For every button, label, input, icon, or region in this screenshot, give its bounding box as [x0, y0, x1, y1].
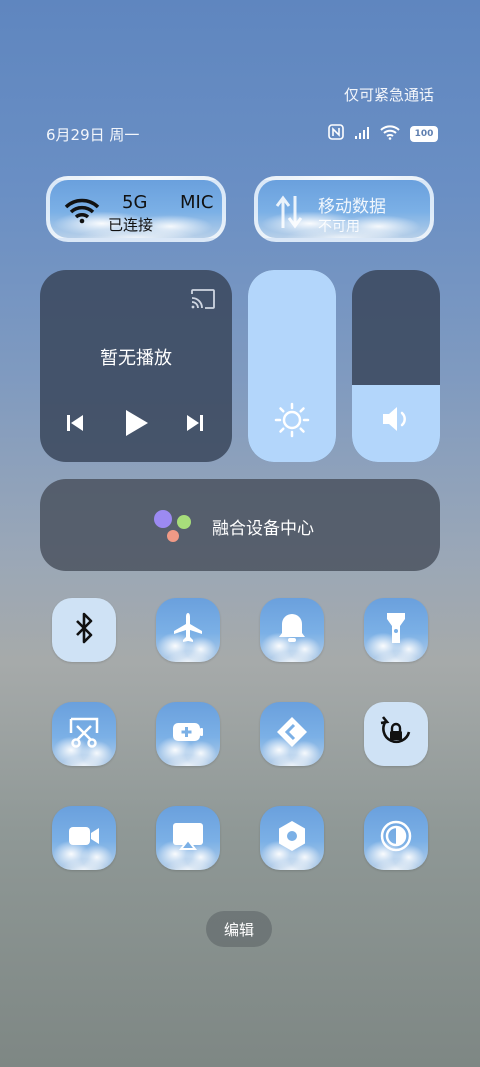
emergency-calls-only-text: 仅可紧急通话 — [343, 86, 434, 104]
share-diamond-icon — [274, 714, 310, 754]
sun-icon — [274, 402, 310, 442]
brightness-slider[interactable] — [248, 270, 336, 462]
mobile-data-toggle[interactable]: 移动数据 不可用 — [254, 176, 434, 242]
screenshot-tile[interactable] — [52, 702, 116, 766]
settings-tile[interactable] — [260, 806, 324, 870]
mobile-data-status: 不可用 — [318, 219, 360, 235]
cast-screen-icon — [170, 818, 206, 858]
flashlight-tile[interactable] — [364, 598, 428, 662]
bluetooth-tile[interactable] — [52, 598, 116, 662]
wifi-toggle[interactable]: 5G 已连接 MIC — [46, 176, 226, 242]
media-player-panel[interactable]: 暂无播放 — [40, 270, 232, 462]
battery-icon: 100 — [410, 126, 438, 142]
wifi-toggle-icon — [64, 198, 100, 228]
signal-icon — [354, 125, 370, 144]
screen-cast-tile[interactable] — [156, 806, 220, 870]
device-center-icon — [152, 509, 194, 547]
media-status-text: 暂无播放 — [100, 348, 172, 369]
volume-slider[interactable] — [352, 270, 440, 462]
edit-button-label: 编辑 — [223, 920, 254, 939]
edit-button[interactable]: 编辑 — [206, 911, 272, 947]
airplane-icon — [170, 610, 206, 650]
battery-plus-icon — [170, 714, 206, 754]
flashlight-icon — [378, 610, 414, 650]
dark-mode-tile[interactable] — [364, 806, 428, 870]
device-center-label: 融合设备中心 — [212, 519, 314, 539]
battery-saver-tile[interactable] — [156, 702, 220, 766]
rotation-lock-tile[interactable] — [364, 702, 428, 766]
hex-gear-icon — [274, 818, 310, 858]
wifi-status-label: 已连接 — [108, 216, 154, 234]
date-text: 6月29日 周一 — [46, 126, 140, 144]
rotation-lock-icon — [378, 714, 414, 754]
video-camera-icon — [66, 818, 102, 858]
previous-track-icon[interactable] — [64, 412, 86, 438]
next-track-icon[interactable] — [184, 412, 206, 438]
sound-tile[interactable] — [260, 598, 324, 662]
cast-icon[interactable] — [190, 288, 216, 314]
nearby-share-tile[interactable] — [260, 702, 324, 766]
wifi-icon — [380, 124, 400, 144]
status-icons: 100 — [328, 124, 438, 144]
nfc-icon — [328, 124, 344, 144]
bell-icon — [274, 610, 310, 650]
device-center-button[interactable]: 融合设备中心 — [40, 479, 440, 571]
bluetooth-icon — [66, 610, 102, 650]
play-icon[interactable] — [122, 408, 150, 442]
mobile-data-icon — [274, 194, 304, 234]
wifi-network-name: MIC — [180, 192, 214, 213]
mobile-data-title: 移动数据 — [318, 197, 386, 217]
scissors-icon — [66, 714, 102, 754]
wifi-band-label: 5G — [122, 192, 148, 213]
screen-record-tile[interactable] — [52, 806, 116, 870]
airplane-mode-tile[interactable] — [156, 598, 220, 662]
speaker-icon — [380, 404, 412, 438]
dark-mode-icon — [378, 818, 414, 858]
